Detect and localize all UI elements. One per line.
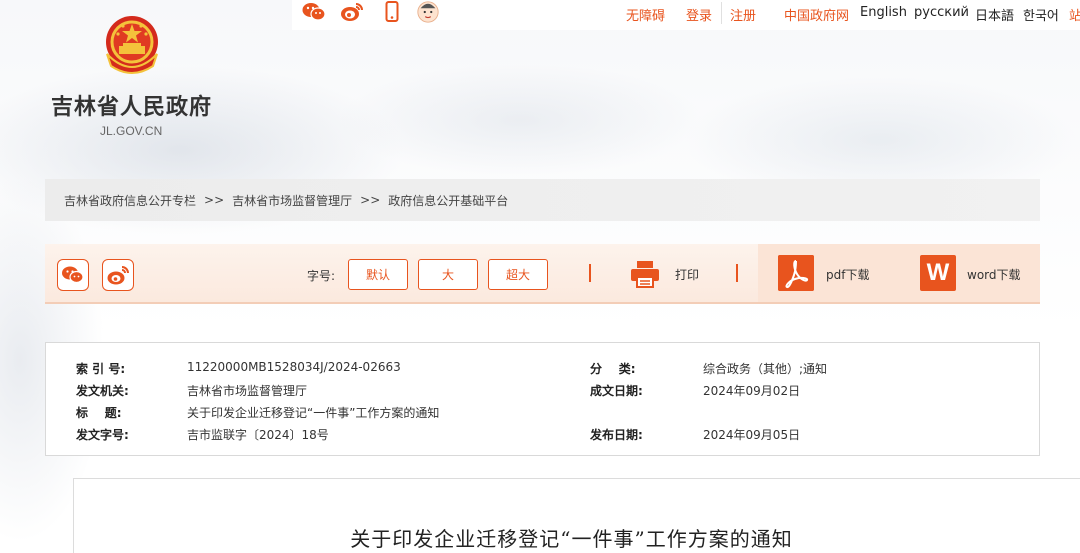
top-divider (721, 2, 722, 24)
document-metadata: 索 引 号: 11220000MB1528034J/2024-02663 分 类… (45, 342, 1040, 456)
publish-date-label: 发布日期: (590, 428, 643, 442)
publish-date-value: 2024年09月05日 (703, 428, 801, 442)
baby-avatar-icon[interactable] (416, 0, 440, 24)
site-name[interactable]: 吉林省人民政府 (51, 89, 212, 121)
title-value: 关于印发企业迁移登记“一件事”工作方案的通知 (187, 406, 440, 420)
title-label: 标 题: (76, 406, 122, 420)
font-xlarge-button[interactable]: 超大 (488, 259, 548, 290)
article-toolbar: 字号: 默认 大 超大 打印 pdf下载 W word下载 (45, 244, 1040, 304)
printer-icon[interactable] (629, 258, 661, 290)
document-number-value: 吉市监联字〔2024〕18号 (187, 428, 329, 442)
wechat-icon (62, 266, 84, 284)
date-written-label: 成文日期: (590, 384, 643, 398)
index-number-value: 11220000MB1528034J/2024-02663 (187, 360, 401, 374)
word-download-link[interactable]: word下载 (967, 266, 1021, 283)
breadcrumb-item-platform[interactable]: 政府信息公开基础平台 (388, 192, 508, 209)
breadcrumb-item-market-bureau[interactable]: 吉林省市场监督管理厅 (232, 192, 352, 209)
issuer-label: 发文机关: (76, 384, 129, 398)
top-bar: 无障碍 登录 注册 中国政府网 English русский 日本語 한국어 … (292, 0, 1080, 30)
breadcrumb-separator: >> (204, 193, 225, 207)
toolbar-divider (736, 264, 738, 282)
national-emblem-icon (106, 16, 158, 74)
breadcrumb-separator: >> (360, 193, 381, 207)
japanese-link[interactable]: 日本語 (975, 5, 1014, 24)
pdf-download-link[interactable]: pdf下载 (826, 266, 869, 283)
share-wechat-button[interactable] (57, 259, 89, 291)
date-written-value: 2024年09月02日 (703, 384, 801, 398)
site-domain: JL.GOV.CN (100, 124, 163, 138)
font-large-button[interactable]: 大 (418, 259, 478, 290)
meta-row: 发文字号: 吉市监联字〔2024〕18号 发布日期: 2024年09月05日 (46, 426, 1041, 448)
index-number-label: 索 引 号: (76, 362, 126, 376)
weibo-icon (107, 266, 129, 285)
meta-row: 索 引 号: 11220000MB1528034J/2024-02663 分 类… (46, 360, 1041, 382)
download-panel: pdf下载 W word下载 (758, 244, 1040, 302)
document-number-label: 发文字号: (76, 428, 129, 442)
toolbar-divider (589, 264, 591, 282)
share-weibo-button[interactable] (102, 259, 134, 291)
meta-row: 发文机关: 吉林省市场监督管理厅 成文日期: 2024年09月02日 (46, 382, 1041, 404)
issuer-value: 吉林省市场监督管理厅 (187, 384, 308, 398)
wechat-icon[interactable] (302, 0, 326, 24)
weibo-icon[interactable] (340, 0, 364, 24)
russian-link[interactable]: русский (914, 5, 969, 20)
breadcrumb: 吉林省政府信息公开专栏 >> 吉林省市场监督管理厅 >> 政府信息公开基础平台 (45, 179, 1040, 221)
font-size-label: 字号: (307, 269, 336, 283)
pdf-icon[interactable] (778, 255, 814, 291)
english-link[interactable]: English (860, 5, 907, 20)
article-title: 关于印发企业迁移登记“一件事”工作方案的通知 (350, 527, 793, 551)
register-link[interactable]: 注册 (730, 5, 756, 24)
accessibility-link[interactable]: 无障碍 (626, 5, 665, 24)
site-link[interactable]: 站 (1069, 5, 1080, 24)
mobile-icon[interactable] (385, 0, 399, 24)
word-icon[interactable]: W (920, 255, 956, 291)
print-link[interactable]: 打印 (675, 266, 699, 283)
meta-row: 标 题: 关于印发企业迁移登记“一件事”工作方案的通知 (46, 404, 1041, 426)
login-link[interactable]: 登录 (686, 5, 712, 24)
category-label: 分 类: (590, 362, 636, 376)
category-value: 综合政务（其他）;通知 (703, 362, 828, 376)
china-gov-link[interactable]: 中国政府网 (784, 5, 849, 24)
korean-link[interactable]: 한국어 (1023, 5, 1059, 24)
breadcrumb-item-info-column[interactable]: 吉林省政府信息公开专栏 (64, 192, 196, 209)
article-body: 关于印发企业迁移登记“一件事”工作方案的通知 (73, 478, 1080, 553)
font-default-button[interactable]: 默认 (348, 259, 408, 290)
